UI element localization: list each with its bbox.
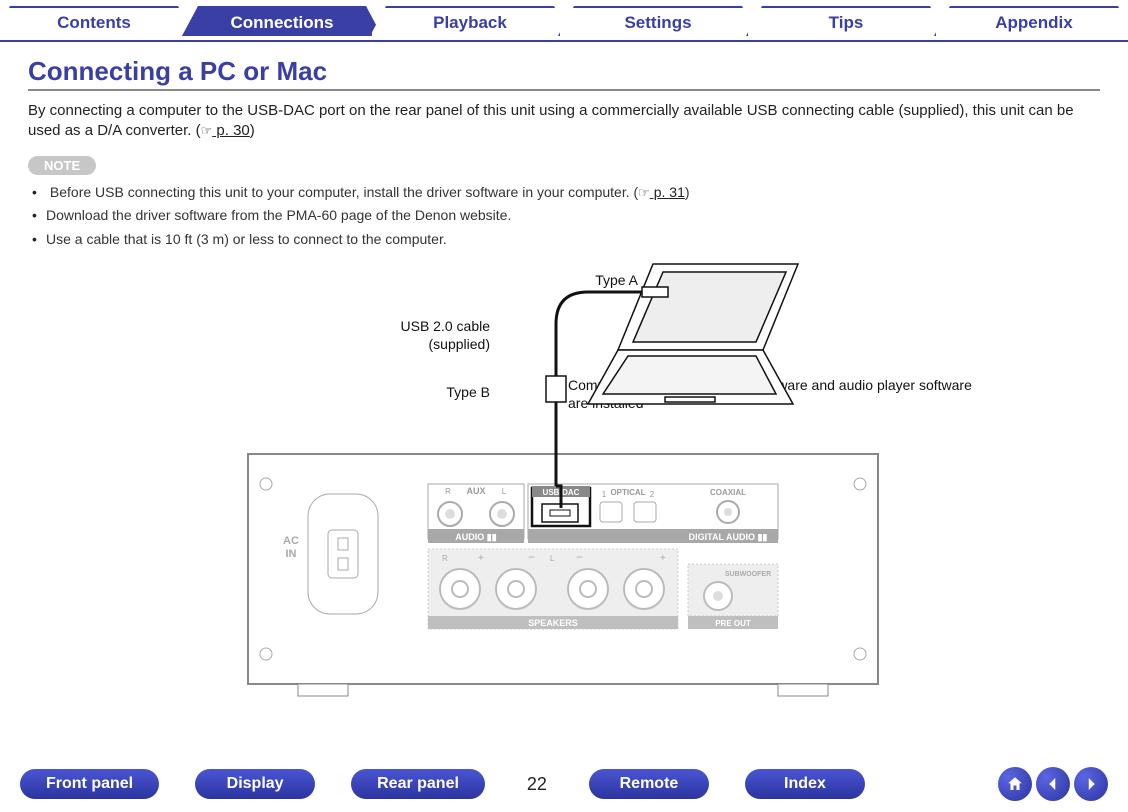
tab-playback[interactable]: Playback	[370, 6, 570, 36]
top-nav-tabs: Contents Connections Playback Settings T…	[0, 0, 1128, 42]
svg-text:PRE OUT: PRE OUT	[715, 619, 751, 628]
btn-index[interactable]: Index	[745, 769, 865, 799]
home-icon[interactable]	[998, 767, 1032, 801]
note-item-3: Use a cable that is 10 ft (3 m) or less …	[34, 228, 1100, 252]
bottom-nav: Front panel Display Rear panel 22 Remote…	[0, 764, 1128, 804]
note-item-1: Before USB connecting this unit to your …	[34, 181, 1100, 205]
svg-text:AC: AC	[283, 535, 299, 547]
btn-front-panel[interactable]: Front panel	[20, 769, 159, 799]
btn-display[interactable]: Display	[195, 769, 315, 799]
svg-text:R: R	[445, 487, 451, 496]
next-page-icon[interactable]	[1074, 767, 1108, 801]
diagram-svg: AC IN AUDIO ▮▮ AUX R L	[28, 254, 1098, 724]
svg-text:OPTICAL: OPTICAL	[610, 488, 645, 497]
page-number: 22	[521, 774, 553, 795]
tab-contents[interactable]: Contents	[0, 6, 194, 36]
page-title: Connecting a PC or Mac	[28, 56, 1100, 87]
laptop-icon	[588, 264, 798, 404]
svg-text:L: L	[502, 487, 507, 496]
svg-text:L: L	[550, 554, 555, 563]
page-body: Connecting a PC or Mac By connecting a c…	[0, 42, 1128, 724]
prev-page-icon[interactable]	[1036, 767, 1070, 801]
nav-icon-group	[998, 767, 1108, 801]
svg-text:1: 1	[602, 490, 607, 499]
note-pill: NOTE	[28, 156, 96, 175]
note1-post: )	[685, 184, 690, 200]
intro-post: )	[250, 122, 255, 139]
intro-link[interactable]: p. 30	[212, 122, 250, 139]
svg-text:COAXIAL: COAXIAL	[710, 488, 746, 497]
intro-pre: By connecting a computer to the USB-DAC …	[28, 102, 1074, 139]
tab-tips[interactable]: Tips	[746, 6, 946, 36]
svg-text:R: R	[442, 554, 448, 563]
svg-text:+: +	[660, 553, 666, 564]
svg-text:−: −	[528, 550, 535, 564]
svg-text:AUDIO ▮▮: AUDIO ▮▮	[455, 532, 496, 542]
btn-rear-panel[interactable]: Rear panel	[351, 769, 485, 799]
svg-text:AUX: AUX	[466, 486, 485, 496]
hand-icon: ☞	[638, 185, 650, 200]
note1-link[interactable]: p. 31	[650, 184, 685, 200]
connection-diagram: Type A USB 2.0 cable (supplied) Type B C…	[28, 254, 1100, 724]
svg-text:DIGITAL AUDIO ▮▮: DIGITAL AUDIO ▮▮	[689, 532, 768, 542]
tab-appendix[interactable]: Appendix	[934, 6, 1128, 36]
rear-panel: AC IN AUDIO ▮▮ AUX R L	[248, 454, 878, 696]
note-list: Before USB connecting this unit to your …	[28, 181, 1100, 252]
hand-icon: ☞	[201, 123, 213, 138]
svg-text:SPEAKERS: SPEAKERS	[528, 618, 578, 628]
tab-settings[interactable]: Settings	[558, 6, 758, 36]
note-item-2: Download the driver software from the PM…	[34, 204, 1100, 228]
svg-text:−: −	[576, 550, 583, 564]
title-rule	[28, 89, 1100, 91]
svg-text:+: +	[478, 553, 484, 564]
note1-pre: Before USB connecting this unit to your …	[50, 184, 638, 200]
svg-text:IN: IN	[286, 548, 297, 560]
btn-remote[interactable]: Remote	[589, 769, 709, 799]
svg-text:SUBWOOFER: SUBWOOFER	[725, 571, 771, 578]
tab-connections[interactable]: Connections	[182, 6, 382, 36]
svg-text:2: 2	[650, 490, 655, 499]
intro-text: By connecting a computer to the USB-DAC …	[28, 101, 1100, 142]
